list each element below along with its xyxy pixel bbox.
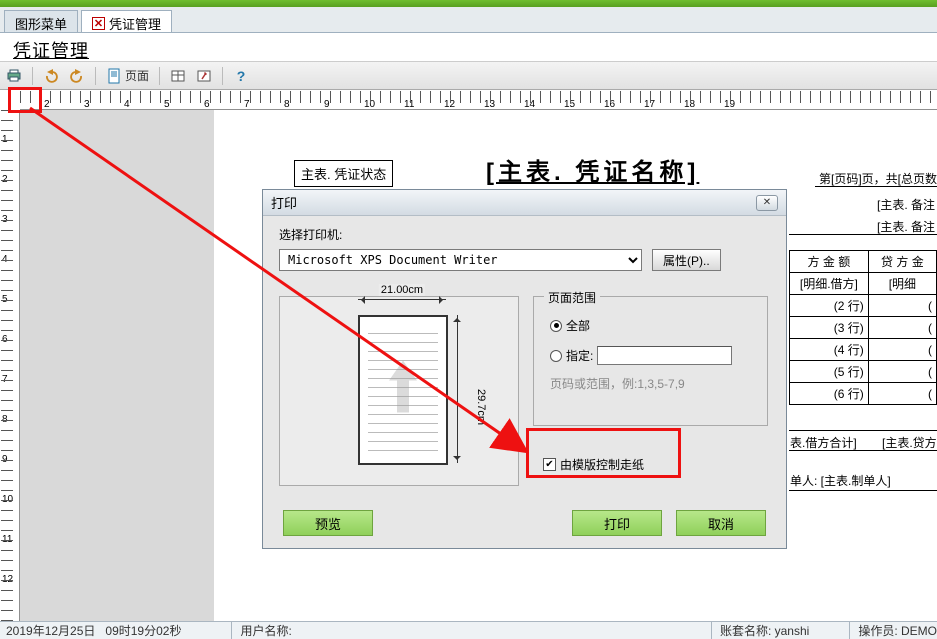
tab-label: 图形菜单 xyxy=(15,14,67,33)
cancel-button[interactable]: 取消 xyxy=(676,510,766,536)
paper-preview-panel: 21.00cm 29.7cm xyxy=(279,296,519,486)
page-settings-button[interactable]: 页面 xyxy=(106,67,149,84)
print-button[interactable]: 打印 xyxy=(572,510,662,536)
preview-button[interactable]: 预览 xyxy=(283,510,373,536)
table-subheader-row: [明细.借方] [明细 xyxy=(790,273,937,295)
report-main-title[interactable]: [主表. 凭证名称] xyxy=(486,152,699,187)
status-operator: 操作员: DEMO xyxy=(849,622,937,639)
template-feed-checkbox[interactable]: ✔ 由模版控制走纸 xyxy=(543,456,644,473)
arrow-up-icon xyxy=(383,359,423,422)
dialog-title: 打印 xyxy=(271,193,297,212)
paper-height-label: 29.7cm xyxy=(475,389,487,425)
dialog-close-button[interactable]: ✕ xyxy=(756,195,778,211)
table-row: (3 行)( xyxy=(790,317,937,339)
field-credit-total[interactable]: [主表.贷方 xyxy=(882,434,937,451)
close-icon: ✕ xyxy=(763,197,771,208)
tab-voucher-management[interactable]: ✕ 凭证管理 xyxy=(81,10,172,32)
help-icon: ? xyxy=(233,68,249,84)
undo-icon xyxy=(43,68,59,84)
paper-preview xyxy=(358,315,448,465)
page-heading: 凭证管理 xyxy=(0,33,937,62)
tab-graph-menu[interactable]: 图形菜单 xyxy=(4,10,78,32)
dialog-titlebar[interactable]: 打印 ✕ xyxy=(263,190,786,216)
print-dialog: 打印 ✕ 选择打印机: Microsoft XPS Document Write… xyxy=(262,189,787,549)
select-printer-label: 选择打印机: xyxy=(279,226,770,243)
redo-icon xyxy=(69,68,85,84)
table-row: (4 行)( xyxy=(790,339,937,361)
detail-table[interactable]: 方 金 额 贷 方 金 [明细.借方] [明细 (2 行)( (3 行)( (4… xyxy=(789,250,937,405)
printer-select[interactable]: Microsoft XPS Document Writer xyxy=(279,249,642,271)
toolbar: 页面 ? xyxy=(0,62,937,90)
page-range-hint: 页码或范围，例:1,3,5-7,9 xyxy=(550,375,767,392)
status-date: 2019年12月25日 xyxy=(6,622,95,639)
status-user-label: 用户名称: xyxy=(231,622,291,639)
radio-all-pages[interactable]: 全部 xyxy=(550,317,767,334)
printer-icon xyxy=(6,68,22,84)
help-button[interactable]: ? xyxy=(233,68,249,84)
undo-button[interactable] xyxy=(43,68,59,84)
printer-properties-button[interactable]: 属性(P).. xyxy=(652,249,721,271)
tab-label: 凭证管理 xyxy=(109,14,161,33)
table-row: (2 行)( xyxy=(790,295,937,317)
page-range-group: 页面范围 全部 指定: 页码或范围，例:1,3,5-7,9 xyxy=(533,296,768,426)
field-debit-total[interactable]: 表.借方合计] xyxy=(790,434,857,451)
page-button-label: 页面 xyxy=(125,67,149,84)
field-page-counter[interactable]: 第[页码]页，共[总页数 xyxy=(819,170,937,187)
checkbox-icon: ✔ xyxy=(543,458,556,471)
window-titlebar xyxy=(0,0,937,7)
field-remark-2[interactable]: [主表. 备注 xyxy=(877,218,935,235)
toolbar-slot-a[interactable] xyxy=(170,68,186,84)
page-icon xyxy=(106,68,122,84)
status-account: 账套名称: yanshi xyxy=(711,622,809,639)
table-row: (5 行)( xyxy=(790,361,937,383)
status-bar: 2019年12月25日 09时19分02秒 用户名称: 账套名称: yanshi… xyxy=(0,621,937,639)
horizontal-ruler: 2345678910111213141516171819 xyxy=(20,90,937,110)
table-header-row: 方 金 额 贷 方 金 xyxy=(790,251,937,273)
radio-icon xyxy=(550,320,562,332)
status-time: 09时19分02秒 xyxy=(105,622,181,639)
page-title: 凭证管理 xyxy=(13,41,89,61)
redo-button[interactable] xyxy=(69,68,85,84)
close-icon[interactable]: ✕ xyxy=(92,17,105,30)
radio-specify-pages[interactable]: 指定: xyxy=(550,346,767,365)
vertical-ruler: 123456789101112 xyxy=(0,110,20,621)
document-tabs: 图形菜单 ✕ 凭证管理 xyxy=(0,7,937,33)
field-maker[interactable]: 单人: [主表.制单人] xyxy=(790,472,891,489)
page-range-caption: 页面范围 xyxy=(544,289,600,306)
field-remark-1[interactable]: [主表. 备注 xyxy=(877,196,935,213)
toolbar-slot-b[interactable] xyxy=(196,68,212,84)
page-range-input[interactable] xyxy=(597,346,732,365)
radio-icon xyxy=(550,350,562,362)
print-button[interactable] xyxy=(6,68,22,84)
table-row: (6 行)( xyxy=(790,383,937,405)
paper-width-label: 21.00cm xyxy=(379,284,425,296)
field-voucher-status[interactable]: 主表. 凭证状态 xyxy=(294,160,393,187)
export-icon xyxy=(196,68,212,84)
page-margin-gutter xyxy=(20,110,214,621)
table-icon xyxy=(170,68,186,84)
